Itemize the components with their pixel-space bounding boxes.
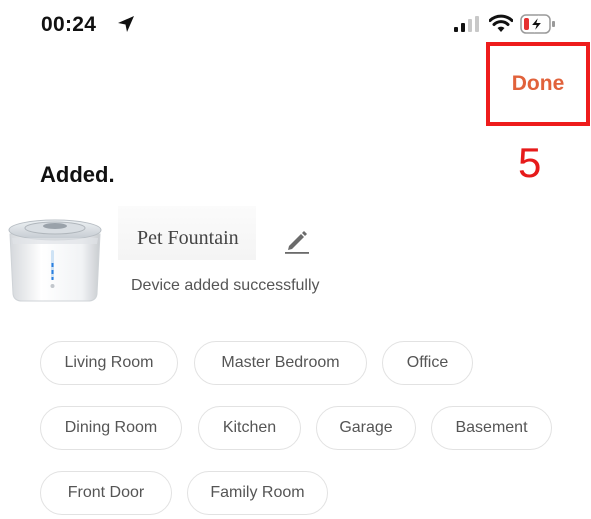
status-time: 00:24 [41, 13, 97, 36]
page-title: Added. [40, 162, 115, 187]
done-button[interactable]: Done [486, 42, 590, 126]
cellular-signal-icon [454, 16, 479, 32]
room-chip-dining-room[interactable]: Dining Room [40, 406, 182, 450]
wifi-icon [489, 14, 513, 32]
device-status-text: Device added successfully [131, 277, 320, 294]
room-chip-basement[interactable]: Basement [431, 406, 552, 450]
battery-charging-icon [520, 14, 555, 34]
room-chip-living-room[interactable]: Living Room [40, 341, 178, 385]
pet-fountain-image [8, 219, 102, 302]
room-chip-kitchen[interactable]: Kitchen [198, 406, 301, 450]
room-chip-family-room[interactable]: Family Room [187, 471, 328, 515]
edit-pencil-icon[interactable] [283, 227, 311, 255]
device-name: Pet Fountain [137, 227, 239, 249]
step-annotation-number: 5 [518, 139, 542, 186]
room-chip-front-door[interactable]: Front Door [40, 471, 172, 515]
room-chip-master-bedroom[interactable]: Master Bedroom [194, 341, 367, 385]
location-arrow-icon [118, 16, 134, 32]
room-chip-garage[interactable]: Garage [316, 406, 416, 450]
room-chip-office[interactable]: Office [382, 341, 473, 385]
